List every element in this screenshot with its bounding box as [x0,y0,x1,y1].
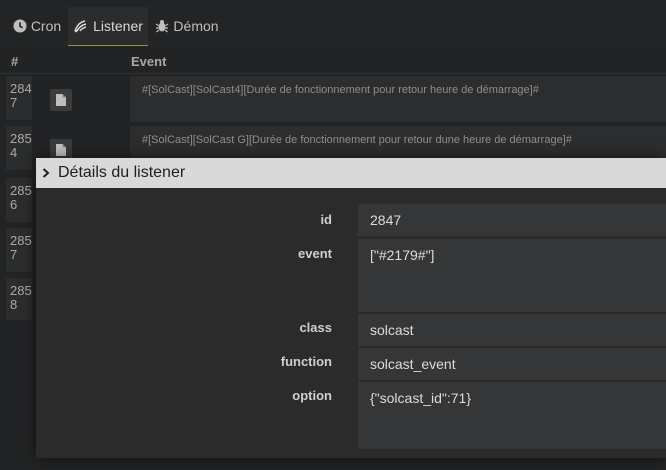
table-row[interactable]: 284 7 #[SolCast][SolCast4][Durée de fonct… [0,76,666,126]
clock-icon [13,19,27,33]
bug-icon [156,20,169,33]
row-id: 284 7 [6,76,32,120]
listener-icon [74,20,87,33]
field-label-id: id [320,212,332,227]
tab-listener-label: Listener [93,18,143,34]
tab-listener[interactable]: Listener [68,7,148,46]
tab-bar: Cron Listener Démon [0,0,666,46]
field-label-event: event [298,246,332,261]
tab-demon-label: Démon [173,18,219,34]
field-value-id: 2847 [358,204,666,236]
row-id: 285 4 [6,126,32,170]
file-icon [56,144,66,156]
column-header-id: # [11,54,19,69]
modal-title: Détails du listener [58,164,186,181]
tab-demon[interactable]: Démon [150,7,224,45]
row-event: #[SolCast][SolCast4][Durée de fonctionne… [130,76,666,122]
field-label-option: option [292,388,332,403]
field-value-option: {"solcast_id":71} [358,382,666,449]
field-value-function: solcast_event [358,348,666,380]
column-header-event: Event [131,54,167,69]
field-label-function: function [280,354,332,369]
field-value-class: solcast [358,314,666,346]
tab-cron-label: Cron [30,18,62,34]
listener-details-modal: Détails du listener id 2847 event ["#217… [36,158,666,458]
details-button[interactable] [50,89,72,111]
row-id: 285 8 [6,278,32,320]
modal-header[interactable]: Détails du listener [36,158,666,188]
row-id: 285 7 [6,228,32,272]
field-label-class: class [299,320,332,335]
table-header: # Event [0,47,666,74]
chevron-right-icon [42,168,50,178]
tab-cron[interactable]: Cron [8,7,66,45]
row-id: 285 6 [6,178,32,222]
field-value-event: ["#2179#"] [358,239,666,312]
file-icon [56,94,66,106]
